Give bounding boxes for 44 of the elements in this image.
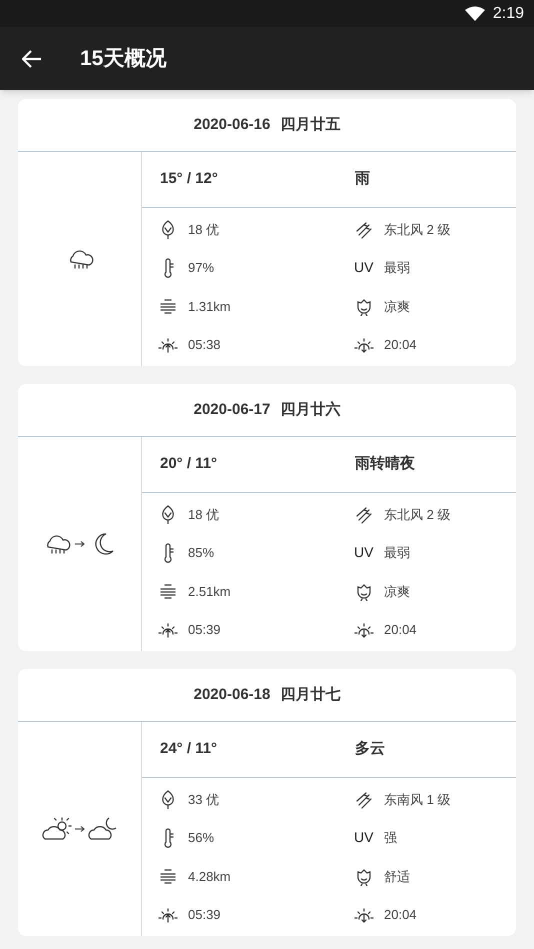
sunrise-value: 05:39 bbox=[188, 621, 221, 639]
status-time: 2:19 bbox=[492, 4, 524, 24]
temperature-range: 15° / 12° bbox=[160, 169, 219, 190]
uv-value: 最弱 bbox=[384, 259, 410, 277]
temperature-range: 20° / 11° bbox=[160, 454, 218, 474]
date-text: 2020-06-17 bbox=[194, 400, 270, 420]
page-title: 15天概况 bbox=[80, 46, 166, 72]
wind-value: 东北风 2 级 bbox=[384, 506, 450, 524]
humidity-value: 56% bbox=[188, 829, 214, 847]
wind-value: 东北风 2 级 bbox=[384, 220, 450, 238]
lunar-date-text: 四月廿五 bbox=[280, 114, 340, 135]
comfort-value: 凉爽 bbox=[384, 298, 410, 316]
visibility-value: 1.31km bbox=[188, 298, 231, 316]
arrow-icon bbox=[74, 825, 86, 833]
uv-label: UV bbox=[354, 543, 374, 562]
date-text: 2020-06-16 bbox=[194, 114, 270, 135]
temperature-range: 24° / 11° bbox=[160, 739, 218, 760]
aqi-value: 18 优 bbox=[188, 506, 220, 524]
visibility-value: 4.28km bbox=[188, 868, 231, 886]
sunrise-value: 05:39 bbox=[188, 906, 221, 924]
comfort-value: 舒适 bbox=[384, 868, 410, 886]
wifi-icon bbox=[464, 6, 485, 21]
date-text: 2020-06-18 bbox=[194, 684, 270, 705]
aqi-value: 18 优 bbox=[188, 220, 220, 238]
uv-value: 最弱 bbox=[384, 544, 410, 562]
wind-value: 东南风 1 级 bbox=[384, 790, 450, 808]
weather-condition: 雨转晴夜 bbox=[354, 454, 416, 474]
sunrise-value: 05:38 bbox=[188, 336, 221, 354]
humidity-value: 97% bbox=[188, 259, 214, 277]
sunset-value: 20:04 bbox=[384, 906, 417, 924]
weather-condition: 雨 bbox=[354, 169, 371, 190]
uv-label: UV bbox=[354, 258, 374, 278]
uv-label: UV bbox=[354, 828, 374, 848]
visibility-value: 2.51km bbox=[188, 582, 231, 600]
weather-condition: 多云 bbox=[354, 739, 386, 760]
aqi-value: 33 优 bbox=[188, 790, 220, 808]
sunset-value: 20:04 bbox=[384, 336, 417, 354]
uv-value: 强 bbox=[384, 829, 397, 847]
comfort-value: 凉爽 bbox=[384, 582, 410, 600]
sunset-value: 20:04 bbox=[384, 621, 417, 639]
lunar-date-text: 四月廿六 bbox=[280, 400, 340, 420]
arrow-icon bbox=[74, 540, 86, 548]
lunar-date-text: 四月廿七 bbox=[280, 684, 340, 705]
humidity-value: 85% bbox=[188, 544, 214, 562]
